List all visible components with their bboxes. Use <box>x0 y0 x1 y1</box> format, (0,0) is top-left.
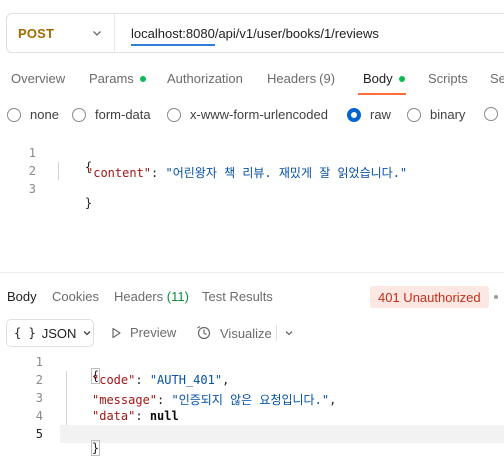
code-line: "content": "어린왕자 책 리뷰. 재밌게 잘 읽었습니다." <box>86 166 408 180</box>
line-number: 1 <box>28 146 36 160</box>
line-number: 2 <box>28 164 36 178</box>
headers-count: (9) <box>319 71 336 86</box>
tab-settings[interactable]: Se <box>490 71 504 86</box>
radio-label: raw <box>370 107 391 122</box>
tab-label: Body <box>363 71 393 86</box>
tab-body[interactable]: Body <box>363 71 405 86</box>
url-input[interactable]: localhost:8080/api/v1/user/books/1/revie… <box>131 25 379 46</box>
tab-scripts[interactable]: Scripts <box>428 71 468 86</box>
separator-dot <box>494 295 498 299</box>
response-tab-body[interactable]: Body <box>7 289 37 304</box>
line-number: 5 <box>35 427 43 441</box>
tab-headers[interactable]: Headers (9) <box>267 71 335 86</box>
response-toolbar: { } JSON Preview Visualize <box>0 319 504 347</box>
code-line: "message": "인증되지 않은 요청입니다.", <box>92 393 337 407</box>
preview-button[interactable]: Preview <box>110 325 176 340</box>
active-line-highlight <box>60 425 504 443</box>
url-bar: POST localhost:8080/api/v1/user/books/1/… <box>6 13 504 53</box>
radio-label: none <box>30 107 59 122</box>
params-indicator-dot <box>139 75 146 82</box>
tab-label: Test Results <box>202 289 273 304</box>
radio-form-data[interactable]: form-data <box>72 107 151 122</box>
json-null-value: null <box>149 409 179 423</box>
chevron-down-icon[interactable] <box>284 328 294 338</box>
json-string-value: "인증되지 않은 요청입니다." <box>171 393 330 407</box>
tab-label: Scripts <box>428 71 468 86</box>
code-line: } <box>56 182 92 224</box>
json-string-value: "어린왕자 책 리뷰. 재밌게 잘 읽었습니다." <box>165 166 408 180</box>
tab-label: Headers <box>267 71 317 86</box>
url-host-underline <box>131 43 215 46</box>
close-brace: } <box>84 196 93 210</box>
response-divider <box>0 272 504 273</box>
visualize-label: Visualize <box>220 325 272 341</box>
tab-label: Overview <box>11 71 66 86</box>
radio-label: x-www-form-urlencoded <box>190 107 328 122</box>
line-number: 4 <box>35 409 43 423</box>
tab-label: Se <box>490 71 504 86</box>
radio-raw[interactable]: raw <box>347 107 391 122</box>
code-line: "code": "AUTH_401", <box>92 373 230 387</box>
radio-ring <box>407 107 421 122</box>
line-number: 2 <box>35 373 43 387</box>
tab-params[interactable]: Params <box>89 71 146 86</box>
chevron-down-icon <box>93 31 101 36</box>
radio-none[interactable]: none <box>7 107 59 122</box>
request-tabs: Overview Params Authorization Headers (9… <box>0 65 504 97</box>
body-type-radios: none form-data x-www-form-urlencoded raw… <box>0 102 504 128</box>
status-badge[interactable]: 401 Unauthorized <box>370 286 489 308</box>
close-brace: } <box>90 440 101 456</box>
json-key: "code" <box>92 373 136 387</box>
line-number: 3 <box>35 391 43 405</box>
code-line: "data": null <box>92 409 179 423</box>
tab-label: Body <box>7 289 37 304</box>
chevron-down-icon <box>83 331 91 336</box>
radio-ring <box>7 107 21 122</box>
tab-label: Cookies <box>52 289 99 304</box>
radio-label: form-data <box>95 107 151 122</box>
method-select[interactable]: POST <box>7 14 115 52</box>
tab-label: Authorization <box>167 71 243 86</box>
json-key: "message" <box>92 393 158 407</box>
json-string-value: "AUTH_401" <box>149 373 223 387</box>
visualize-button[interactable]: Visualize <box>196 325 272 341</box>
response-headers-count: (11) <box>166 289 189 304</box>
radio-ring <box>167 107 181 122</box>
format-label: JSON <box>41 325 77 341</box>
toolbar-divider <box>276 325 277 341</box>
radio-ring <box>484 107 498 121</box>
braces-icon: { } <box>14 326 36 340</box>
radio-ring-selected <box>347 107 361 122</box>
radio-x-www-form-urlencoded[interactable]: x-www-form-urlencoded <box>167 107 328 122</box>
radio-graphql[interactable] <box>484 107 504 121</box>
play-icon <box>112 327 121 338</box>
format-select[interactable]: { } JSON <box>6 319 94 347</box>
active-tab-indicator <box>358 93 406 95</box>
tab-label: Headers <box>114 289 164 304</box>
line-number: 1 <box>35 355 43 369</box>
response-tab-test-results[interactable]: Test Results <box>202 289 273 304</box>
tab-label: Params <box>89 71 134 86</box>
method-label: POST <box>18 25 55 41</box>
code-line: } <box>63 427 101 469</box>
body-indicator-dot <box>398 75 405 82</box>
url-text: localhost:8080/api/v1/user/books/1/revie… <box>131 25 379 41</box>
radio-label: binary <box>430 107 466 122</box>
radio-ring <box>72 107 86 122</box>
visualize-icon <box>197 325 211 340</box>
tab-overview[interactable]: Overview <box>11 71 65 86</box>
radio-binary[interactable]: binary <box>407 107 465 122</box>
response-tab-cookies[interactable]: Cookies <box>52 289 99 304</box>
json-key: "data" <box>92 409 136 423</box>
json-key: "content" <box>86 166 152 180</box>
tab-authorization[interactable]: Authorization <box>167 71 243 86</box>
preview-label: Preview <box>130 325 177 340</box>
response-tab-headers[interactable]: Headers (11) <box>114 289 189 304</box>
line-number: 3 <box>28 182 36 196</box>
